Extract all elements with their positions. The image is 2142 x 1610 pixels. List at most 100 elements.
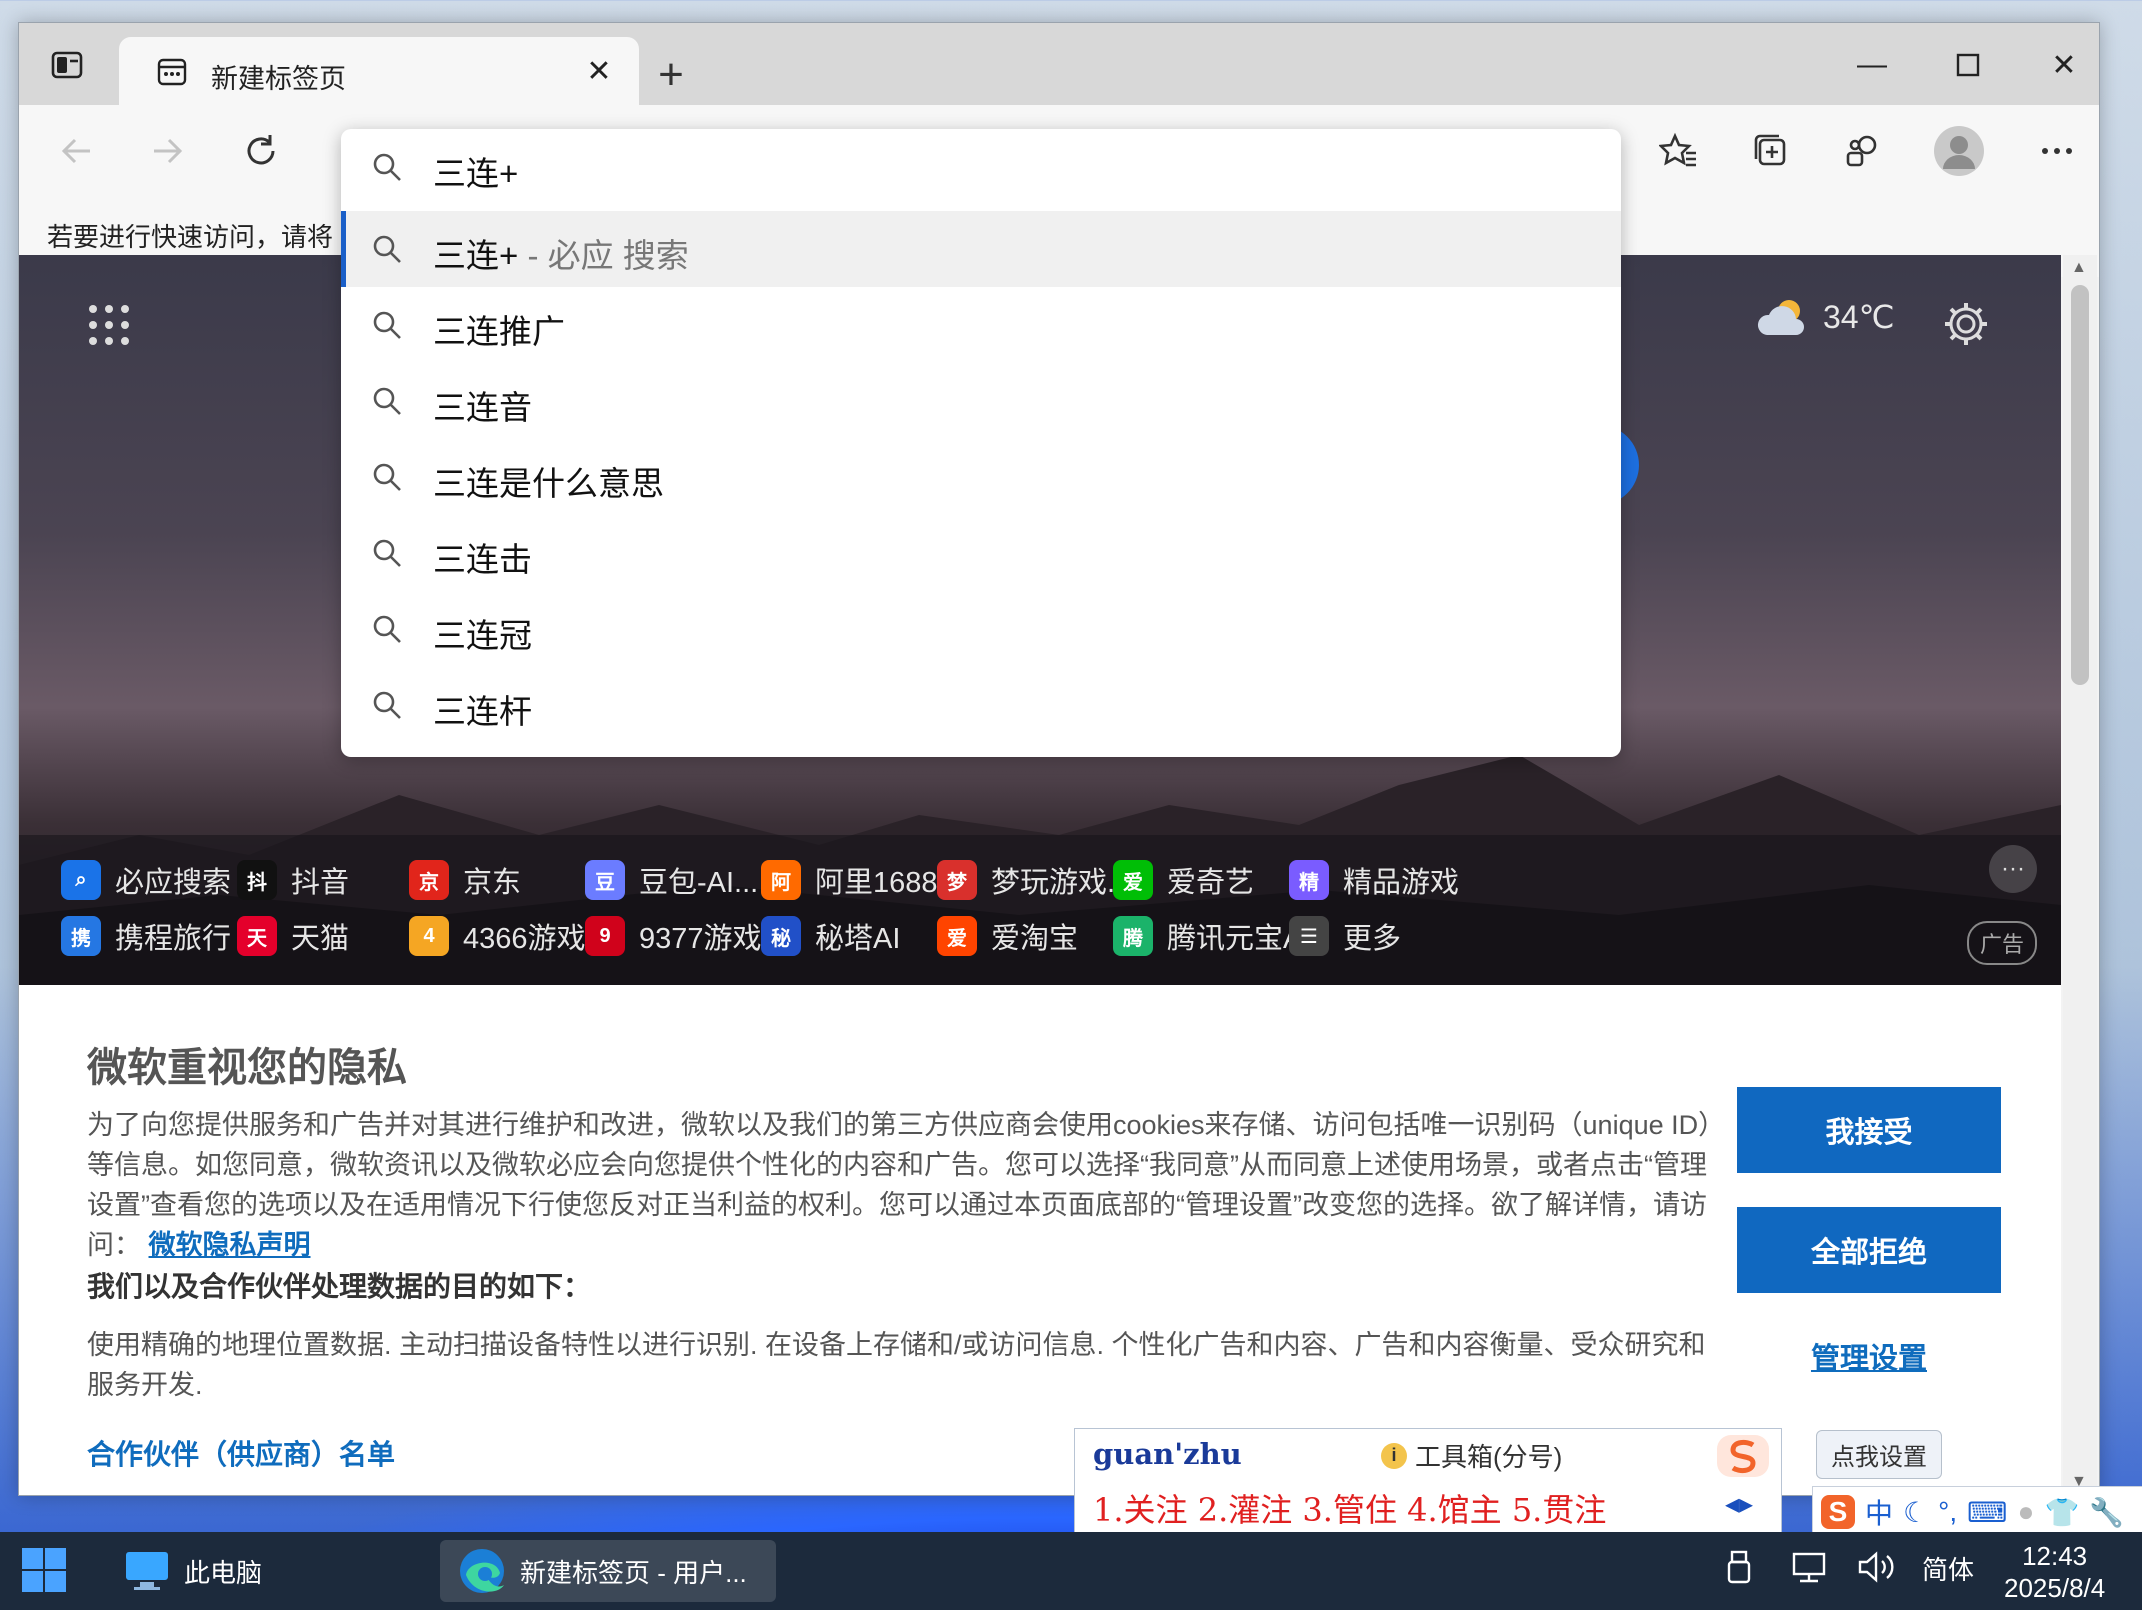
taskbar-edge-label: 新建标签页 - 用户... <box>520 1557 747 1588</box>
quick-link-tile[interactable]: 爱爱奇艺 <box>1113 859 1254 901</box>
partners-link[interactable]: 合作伙伴（供应商）名单 <box>87 1433 395 1473</box>
keyboard-icon[interactable]: ⌨ <box>1967 1496 2007 1529</box>
taskbar-edge-window[interactable]: 新建标签页 - 用户... <box>440 1540 776 1602</box>
quick-link-tile[interactable]: ⌕ 必应搜索 <box>61 859 231 901</box>
search-suggestion[interactable]: 三连冠 <box>341 591 1621 667</box>
windows-start-icon[interactable] <box>20 1546 68 1594</box>
quick-link-tile[interactable]: 腾腾讯元宝AI <box>1113 915 1310 957</box>
ime-candidate-list[interactable]: 1.关注 2.灌注 3.管住 4.馆主 5.贯注 <box>1093 1491 1606 1529</box>
edge-browser-icon <box>460 1549 504 1593</box>
search-suggestion[interactable]: 三连+ - 必应 搜索 <box>341 211 1621 287</box>
quick-link-tile[interactable]: 抖抖音 <box>237 859 349 901</box>
suggestion-query: 三连是什么意思 <box>433 465 664 502</box>
yuanbao-icon: 腾 <box>1113 916 1153 956</box>
extensions-button[interactable] <box>1835 123 1891 179</box>
quick-link-label: 秘塔AI <box>815 923 901 955</box>
quick-link-tile[interactable]: 天天猫 <box>237 915 349 957</box>
quick-link-tile[interactable]: 豆豆包-AI... <box>585 859 758 901</box>
refresh-button[interactable] <box>233 123 289 179</box>
ime-page-arrows-icon[interactable]: ◂▸ <box>1725 1487 1753 1520</box>
ime-language-indicator[interactable]: 简体 <box>1922 1550 1974 1587</box>
privacy-body: 为了向您提供服务和广告并对其进行维护和改进，微软以及我们的第三方供应商会使用co… <box>87 1105 1717 1265</box>
search-icon <box>373 311 401 339</box>
extensions-icon <box>1846 135 1877 167</box>
usb-device-icon[interactable] <box>1726 1550 1752 1591</box>
quick-link-label: 阿里1688 <box>815 867 938 899</box>
search-suggestion[interactable]: 三连音 <box>341 363 1621 439</box>
page-settings-icon[interactable] <box>1941 299 1991 349</box>
plus-icon: + <box>658 50 684 99</box>
taskbar-this-pc[interactable]: 此电脑 <box>124 1540 262 1602</box>
address-input[interactable]: 三连+ <box>341 129 1621 209</box>
scroll-up-icon[interactable]: ▲ <box>2071 259 2087 277</box>
quick-link-tile[interactable]: 携携程旅行 <box>61 915 231 957</box>
suggestion-text: 三连音 <box>433 381 532 429</box>
bing-search-icon: ⌕ <box>61 860 101 900</box>
quick-link-tile[interactable]: 梦梦玩游戏... <box>937 859 1131 901</box>
search-suggestion[interactable]: 三连击 <box>341 515 1621 591</box>
quick-link-tile[interactable]: ☰ 更多 <box>1289 915 1401 957</box>
minimize-icon: — <box>1857 48 1887 81</box>
favorites-button[interactable] <box>1651 123 1707 179</box>
reject-all-button[interactable]: 全部拒绝 <box>1737 1207 2001 1293</box>
weather-widget[interactable]: 34℃ <box>1755 295 1895 339</box>
tab-new-tab[interactable]: 新建标签页 ✕ <box>119 37 639 105</box>
minimize-button[interactable]: — <box>1829 37 1915 93</box>
quick-link-label: 4366游戏 <box>463 923 586 955</box>
more-menu-button[interactable] <box>2029 123 2085 179</box>
quick-link-tile[interactable]: 爱爱淘宝 <box>937 915 1078 957</box>
back-button[interactable] <box>49 123 105 179</box>
quick-link-tile[interactable]: 秘秘塔AI <box>761 915 900 957</box>
quick-link-label: 豆包-AI... <box>639 867 759 899</box>
profile-button[interactable] <box>1931 123 1987 179</box>
ime-settings-tip[interactable]: 点我设置 <box>1816 1430 1942 1479</box>
maximize-button[interactable] <box>1925 37 2011 93</box>
vertical-scrollbar[interactable]: ▲ ▼ <box>2063 255 2097 1495</box>
network-icon[interactable] <box>1790 1550 1828 1591</box>
menu-icon: ☰ <box>1289 916 1329 956</box>
quick-links-more-button[interactable]: ··· <box>1989 845 2037 893</box>
punctuation-icon[interactable]: °, <box>1938 1496 1957 1528</box>
douyin-icon: 抖 <box>237 860 277 900</box>
ime-mode[interactable]: 中 <box>1865 1492 1893 1532</box>
quick-link-tile[interactable]: 4 4366游戏 <box>409 915 586 957</box>
quick-link-tile[interactable]: 精精品游戏 <box>1289 859 1459 901</box>
scrollbar-thumb[interactable] <box>2071 285 2089 685</box>
tab-actions-icon <box>51 51 83 79</box>
ime-toolbox[interactable]: i 工具箱(分号) <box>1381 1437 1562 1474</box>
skin-shirt-icon[interactable]: 👕 <box>2044 1496 2079 1529</box>
tab-actions-button[interactable] <box>35 37 99 93</box>
close-window-button[interactable]: ✕ <box>2021 37 2099 93</box>
apps-launcher-icon[interactable] <box>85 301 133 349</box>
quick-link-label: 京东 <box>463 867 522 899</box>
quick-link-label: 抖音 <box>291 867 350 899</box>
collections-button[interactable] <box>1743 123 1799 179</box>
half-width-moon-icon[interactable]: ☾ <box>1903 1496 1928 1529</box>
taskbar: 此电脑 新建标签页 - 用户... 简体 12:43 2025/8/4 <box>0 1532 2142 1610</box>
ime-status-bar[interactable]: S 中 ☾ °, ⌨ ● 👕 🔧 <box>1812 1486 2142 1538</box>
quick-link-tile[interactable]: 9 9377游戏 <box>585 915 762 957</box>
suggestion-query: 三连击 <box>433 541 532 578</box>
quick-link-label: 精品游戏 <box>1343 867 1460 899</box>
quick-link-tile[interactable]: 阿阿里1688 <box>761 859 938 901</box>
accept-button[interactable]: 我接受 <box>1737 1087 2001 1173</box>
search-suggestion[interactable]: 三连是什么意思 <box>341 439 1621 515</box>
search-icon <box>373 153 401 181</box>
search-suggestion[interactable]: 三连杆 <box>341 667 1621 743</box>
forward-button[interactable] <box>139 123 195 179</box>
volume-icon[interactable] <box>1856 1550 1896 1591</box>
user-icon[interactable]: ● <box>2018 1496 2035 1528</box>
ime-toolbox-label: 工具箱(分号) <box>1415 1442 1563 1472</box>
manage-settings-link[interactable]: 管理设置 <box>1737 1335 2001 1377</box>
partly-cloudy-icon <box>1757 300 1804 335</box>
quick-link-tile[interactable]: 京京东 <box>409 859 521 901</box>
tab-close-button[interactable]: ✕ <box>581 53 617 89</box>
system-clock[interactable]: 12:43 2025/8/4 <box>2004 1540 2105 1604</box>
new-tab-button[interactable]: + <box>641 45 701 105</box>
clock-time: 12:43 <box>2022 1541 2088 1571</box>
privacy-statement-link[interactable]: 微软隐私声明 <box>149 1230 311 1260</box>
more-dots-icon <box>2042 148 2072 154</box>
wrench-icon[interactable]: 🔧 <box>2089 1496 2124 1529</box>
search-suggestion[interactable]: 三连推广 <box>341 287 1621 363</box>
ime-candidates[interactable]: 1.关注 2.灌注 3.管住 4.馆主 5.贯注 <box>1093 1485 1606 1531</box>
